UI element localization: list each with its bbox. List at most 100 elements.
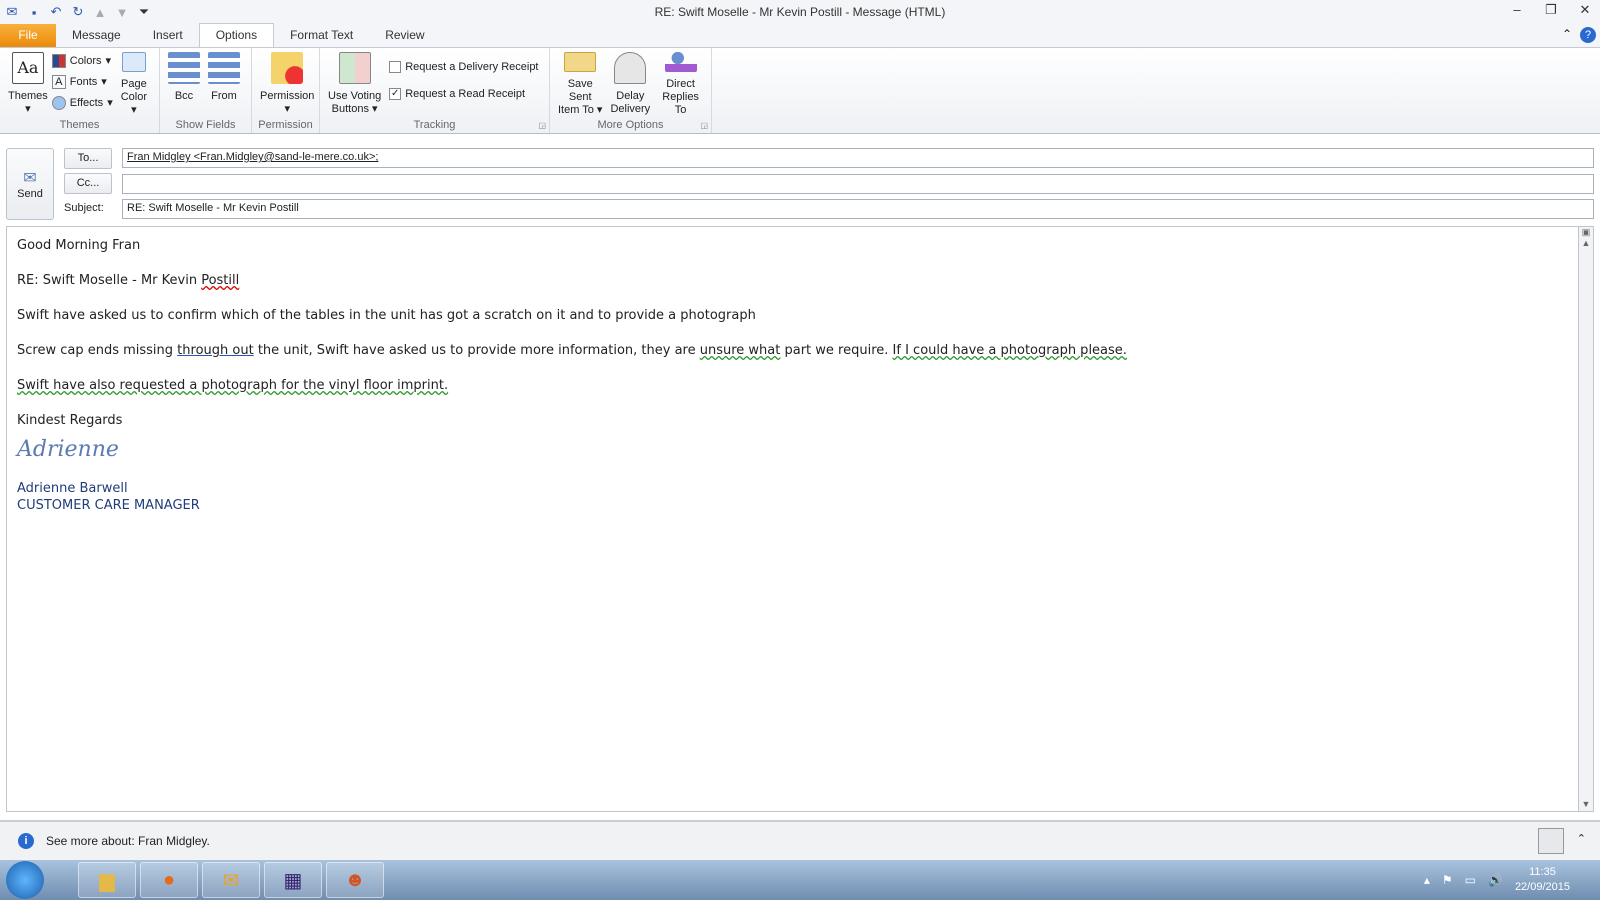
action-center-flag-icon[interactable]: ⚑ <box>1442 873 1453 887</box>
next-item-icon[interactable]: ▼ <box>114 4 130 20</box>
re-text: RE: Swift Moselle - Mr Kevin <box>17 273 202 288</box>
help-icon[interactable]: ? <box>1580 27 1596 43</box>
p2-text: part we require. <box>780 343 893 358</box>
people-pane: i See more about: Fran Midgley. ⌃ <box>0 820 1600 860</box>
colors-button[interactable]: Colors ▾ <box>51 52 113 69</box>
volume-icon[interactable]: 🔊 <box>1488 873 1503 887</box>
delay-label: Delay <box>616 90 645 102</box>
contacts-app-taskbar-icon[interactable]: ☻ <box>326 862 384 898</box>
tab-insert[interactable]: Insert <box>137 24 199 47</box>
page-color-button[interactable]: Page Color ▾ <box>113 52 155 117</box>
ruler-icon[interactable]: ▣ <box>1579 227 1593 238</box>
send-label: Send <box>17 188 43 200</box>
message-body[interactable]: Good Morning Fran RE: Swift Moselle - Mr… <box>6 226 1580 812</box>
show-hidden-icons[interactable]: ▴ <box>1424 873 1430 887</box>
save-icon[interactable]: ▪ <box>26 4 42 20</box>
paragraph-1: Swift have asked us to confirm which of … <box>17 308 756 323</box>
delay-label-2: Delivery <box>610 103 651 115</box>
vertical-scrollbar[interactable]: ▣ ▲ ▼ <box>1578 226 1594 812</box>
explorer-taskbar-icon[interactable]: ▆ <box>78 862 136 898</box>
paragraph-2: Screw cap ends missing through out the u… <box>17 342 1569 359</box>
send-button[interactable]: ✉ Send <box>6 148 54 220</box>
greeting: Good Morning Fran <box>17 238 141 253</box>
closing: Kindest Regards <box>17 413 123 428</box>
firefox-taskbar-icon[interactable]: ● <box>140 862 198 898</box>
group-tracking: Use Voting Buttons ▾ Request a Delivery R… <box>320 48 550 133</box>
page-color-icon <box>121 52 146 72</box>
fonts-button[interactable]: A Fonts ▾ <box>51 73 113 90</box>
voting-buttons-button[interactable]: Use Voting Buttons ▾ <box>324 52 385 117</box>
to-button[interactable]: To... <box>64 148 112 169</box>
colors-icon <box>51 53 66 68</box>
title-bar: ✉ ▪ ↶ ↻ ▲ ▼ ⏷ RE: Swift Moselle - Mr Kev… <box>0 0 1600 24</box>
re-line: RE: Swift Moselle - Mr Kevin Postill <box>17 272 1569 289</box>
outlook-icon[interactable]: ✉ <box>4 4 20 20</box>
group-label: More Options <box>597 119 664 131</box>
save-sent-item-button[interactable]: Save Sent Item To ▾ <box>554 52 606 117</box>
tab-review[interactable]: Review <box>369 24 440 47</box>
to-field[interactable]: Fran Midgley <Fran.Midgley@sand-le-mere.… <box>122 148 1594 168</box>
network-icon[interactable]: ▭ <box>1465 873 1476 887</box>
delivery-receipt-checkbox[interactable]: Request a Delivery Receipt <box>389 58 539 75</box>
p2-text: the unit, Swift have asked us to provide… <box>253 343 700 358</box>
tab-format-text[interactable]: Format Text <box>274 24 369 47</box>
direct-label: Direct <box>666 78 695 90</box>
checkbox-checked-icon: ✓ <box>389 87 402 100</box>
customize-qat-icon[interactable]: ⏷ <box>136 4 152 20</box>
paragraph-3: Swift have also requested a photograph f… <box>17 378 449 393</box>
re-name: Postill <box>201 273 240 288</box>
window-title: RE: Swift Moselle - Mr Kevin Postill - M… <box>654 5 946 19</box>
read-receipt-checkbox[interactable]: ✓ Request a Read Receipt <box>389 85 538 102</box>
from-button[interactable]: From <box>204 52 244 117</box>
group-label: Tracking <box>413 119 456 131</box>
delay-delivery-button[interactable]: Delay Delivery <box>606 52 654 117</box>
close-button[interactable]: ✕ <box>1576 2 1594 18</box>
permission-button[interactable]: Permission ▾ <box>256 52 318 117</box>
signature: Adrienne <box>17 437 119 462</box>
voting-icon <box>338 52 371 84</box>
previous-item-icon[interactable]: ▲ <box>92 4 108 20</box>
minimize-ribbon-icon[interactable]: ⌃ <box>1562 27 1572 43</box>
themes-icon: Aa <box>11 52 44 84</box>
clock[interactable]: 11:35 22/09/2015 <box>1515 865 1570 895</box>
tab-file[interactable]: File <box>0 24 56 47</box>
themes-button[interactable]: Aa Themes ▾ <box>4 52 52 117</box>
save-sent-icon <box>564 52 597 72</box>
contact-avatar[interactable] <box>1538 828 1564 854</box>
group-label: Permission <box>258 119 313 131</box>
clock-time: 11:35 <box>1529 866 1556 878</box>
group-themes: Aa Themes ▾ Colors ▾ A Fonts ▾ Effects ▾ P… <box>0 48 160 133</box>
start-button[interactable] <box>6 861 44 899</box>
restore-button[interactable]: ❐ <box>1542 2 1560 18</box>
send-icon: ✉ <box>23 170 37 187</box>
scroll-up-icon[interactable]: ▲ <box>1579 238 1593 248</box>
sender-role: CUSTOMER CARE MANAGER <box>17 498 200 513</box>
outlook-taskbar-icon[interactable]: ✉ <box>202 862 260 898</box>
system-tray: ▴ ⚑ ▭ 🔊 11:35 22/09/2015 <box>1424 860 1570 900</box>
effects-icon <box>51 95 66 110</box>
people-pane-text[interactable]: See more about: Fran Midgley. <box>46 834 210 848</box>
minimize-button[interactable]: – <box>1508 2 1526 18</box>
direct-replies-button[interactable]: Direct Replies To <box>654 52 707 117</box>
delivery-receipt-label: Request a Delivery Receipt <box>405 60 539 73</box>
tab-message[interactable]: Message <box>56 24 137 47</box>
redo-icon[interactable]: ↻ <box>70 4 86 20</box>
p2-text: Screw cap ends missing <box>17 343 178 358</box>
scroll-down-icon[interactable]: ▼ <box>1579 799 1593 809</box>
cc-field[interactable] <box>122 174 1594 194</box>
cc-button[interactable]: Cc... <box>64 173 112 194</box>
bcc-button[interactable]: Bcc <box>164 52 204 117</box>
group-show-fields: Bcc From Show Fields <box>160 48 252 133</box>
direct-replies-icon <box>664 52 697 72</box>
tab-options[interactable]: Options <box>198 23 275 47</box>
subject-label: Subject: <box>64 202 104 214</box>
colors-label: Colors <box>69 54 102 67</box>
subject-field[interactable]: RE: Swift Moselle - Mr Kevin Postill <box>122 199 1594 219</box>
expand-people-pane-icon[interactable]: ⌃ <box>1577 832 1586 845</box>
checkbox-unchecked-icon <box>389 60 402 73</box>
effects-button[interactable]: Effects ▾ <box>51 94 113 111</box>
undo-icon[interactable]: ↶ <box>48 4 64 20</box>
p2-text: unsure what <box>699 343 781 358</box>
save-sent-label: Save Sent <box>567 78 593 103</box>
calendar-app-taskbar-icon[interactable]: ▦ <box>264 862 322 898</box>
